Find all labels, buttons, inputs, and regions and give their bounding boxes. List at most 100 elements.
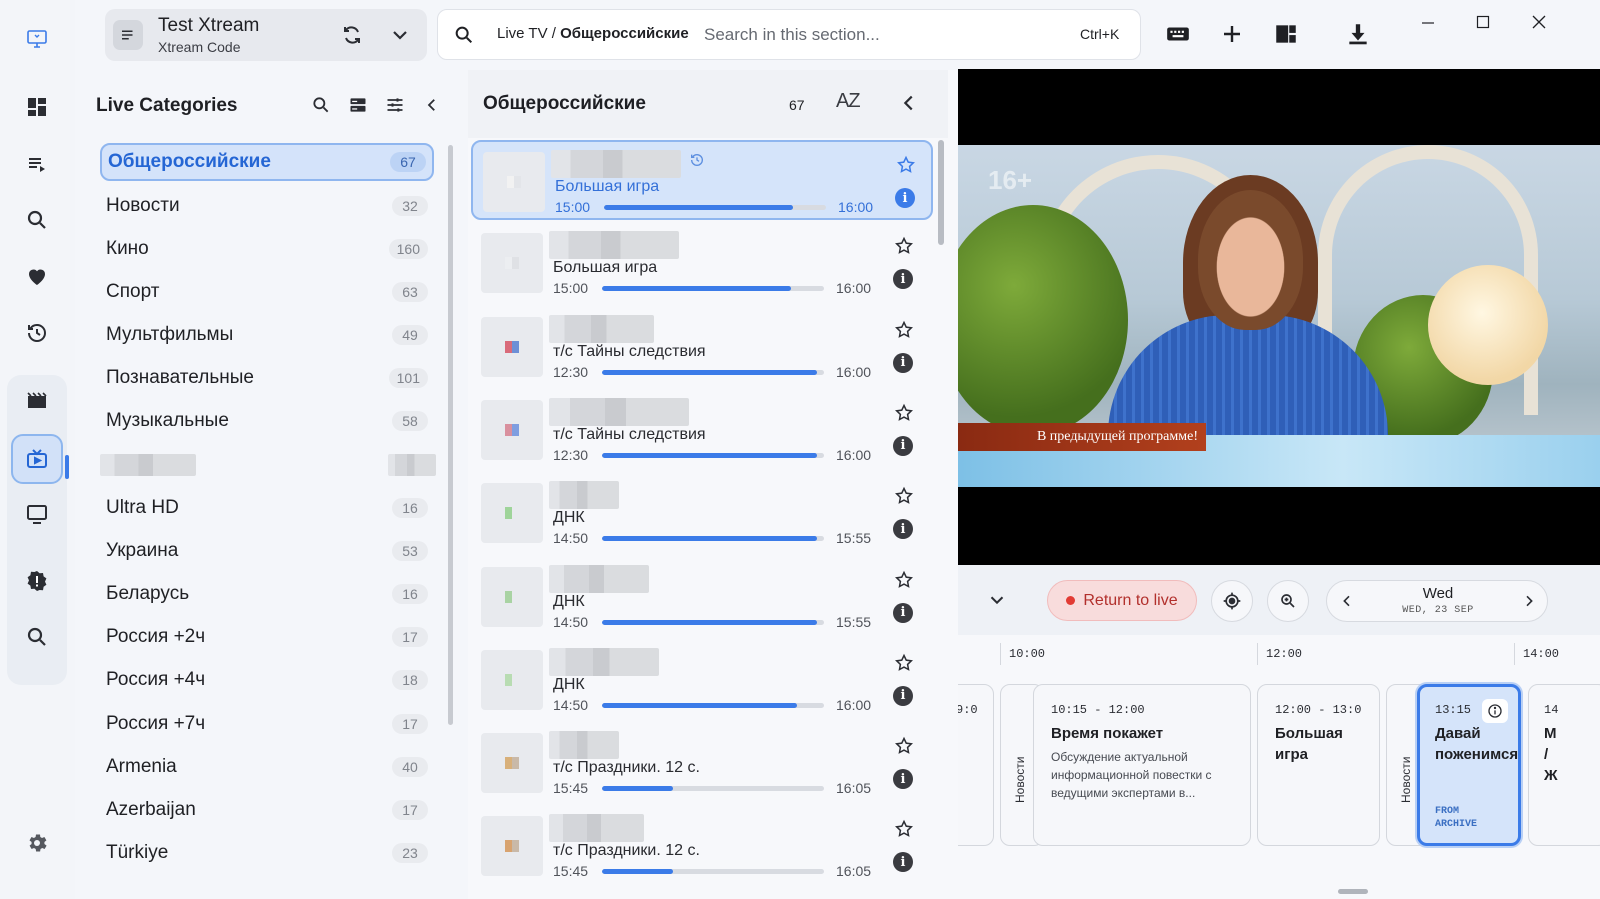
favorite-star-icon[interactable] <box>892 651 916 675</box>
alert-icon[interactable] <box>18 562 56 600</box>
category-item[interactable]: Общероссийские 67 <box>100 143 434 181</box>
category-item[interactable]: Armenia 40 <box>100 748 434 786</box>
section-search[interactable]: Live TV / Общероссийские Ctrl+K <box>437 9 1141 60</box>
channel-row[interactable]: ДНК 14:50 15:55 i <box>471 557 933 637</box>
app-logo-icon[interactable] <box>18 20 56 58</box>
channel-row[interactable]: ДНК 14:50 16:00 i <box>471 640 933 720</box>
blurred-name <box>100 454 196 476</box>
filter-icon[interactable] <box>384 94 406 116</box>
category-item[interactable]: Кино 160 <box>100 230 434 268</box>
channel-row[interactable]: т/с Тайны следствия 12:30 16:00 i <box>471 390 933 470</box>
epg-timeline[interactable]: 10:00 12:00 14:00 9:0 Новости 10:15 - 12… <box>958 635 1600 899</box>
sync-icon[interactable] <box>340 23 364 47</box>
channel-logo <box>481 733 543 794</box>
time-label: 14:00 <box>1523 647 1560 661</box>
favorite-star-icon[interactable] <box>892 401 916 425</box>
server-icon[interactable] <box>347 94 369 116</box>
category-item[interactable]: Ultra HD 16 <box>100 489 434 527</box>
info-icon[interactable]: i <box>893 602 913 623</box>
sort-az-icon[interactable]: AZ <box>836 90 861 113</box>
collapse-panel-icon[interactable] <box>421 94 443 116</box>
favorite-star-icon[interactable] <box>892 234 916 258</box>
program-card[interactable]: 9:0 <box>958 684 994 846</box>
dashboard-icon[interactable] <box>18 88 56 126</box>
program-progress-fill <box>604 205 793 210</box>
program-card[interactable]: 12:00 - 13:0 Большая игра <box>1257 684 1380 846</box>
tv-icon[interactable] <box>18 495 56 533</box>
categories-scrollbar[interactable] <box>448 145 453 725</box>
close-icon[interactable] <box>1527 10 1551 34</box>
add-icon[interactable] <box>1218 20 1246 48</box>
info-icon[interactable]: i <box>893 269 913 290</box>
keyboard-icon[interactable] <box>1164 20 1192 48</box>
channel-row[interactable]: т/с Тайны следствия 12:30 16:00 i <box>471 307 933 387</box>
category-item[interactable]: Azerbaijan 17 <box>100 791 434 829</box>
info-icon[interactable]: i <box>893 769 913 790</box>
search-icon[interactable] <box>18 618 56 656</box>
category-item[interactable]: Спорт 63 <box>100 273 434 311</box>
info-icon[interactable]: i <box>893 519 913 540</box>
category-item[interactable]: Беларусь 16 <box>100 575 434 613</box>
channel-row[interactable]: т/с Праздники. 12 с. 15:45 16:05 i <box>471 806 933 886</box>
category-item[interactable]: Россия +7ч 17 <box>100 705 434 743</box>
program-card-current[interactable]: 13:15 Давай поженимся! FROM ARCHIVE <box>1417 684 1521 846</box>
favorite-star-icon[interactable] <box>894 153 918 177</box>
movies-icon[interactable] <box>18 382 56 420</box>
category-item[interactable]: Познавательные 101 <box>100 359 434 397</box>
channel-row[interactable]: Большая игра 15:00 16:00 i <box>471 140 933 220</box>
category-name: Кино <box>106 238 149 259</box>
favorite-star-icon[interactable] <box>892 817 916 841</box>
channels-scrollbar[interactable] <box>938 140 944 245</box>
favorite-star-icon[interactable] <box>892 568 916 592</box>
day-picker[interactable]: Wed WED, 23 SEP <box>1326 580 1548 622</box>
category-item[interactable]: Türkiye 23 <box>100 834 434 872</box>
video-frame[interactable]: В предыдущей программе! 16+ <box>958 145 1600 487</box>
program-progress <box>602 702 824 708</box>
settings-icon[interactable] <box>18 824 56 862</box>
history-icon[interactable] <box>18 314 56 352</box>
category-item[interactable]: Украина 53 <box>100 532 434 570</box>
favorite-star-icon[interactable] <box>892 734 916 758</box>
maximize-icon[interactable] <box>1471 10 1495 34</box>
channel-row[interactable]: Большая игра 15:00 16:00 i <box>471 223 933 303</box>
chevron-down-icon[interactable] <box>986 589 1008 611</box>
layout-icon[interactable] <box>1272 20 1300 48</box>
collapse-panel-icon[interactable] <box>898 92 920 114</box>
channel-row[interactable]: т/с Праздники. 12 с. 15:45 16:05 i <box>471 723 933 803</box>
category-item[interactable]: Музыкальные 58 <box>100 402 434 440</box>
info-icon[interactable]: i <box>895 188 915 208</box>
timeline-scrollbar[interactable] <box>1338 889 1368 894</box>
locate-now-button[interactable] <box>1211 580 1253 622</box>
category-item[interactable]: Новости 32 <box>100 187 434 225</box>
return-to-live-button[interactable]: Return to live <box>1047 580 1197 621</box>
info-icon[interactable]: i <box>893 685 913 706</box>
heart-icon[interactable] <box>18 257 56 295</box>
queue-icon[interactable] <box>18 145 56 183</box>
info-icon[interactable] <box>1482 699 1508 723</box>
zoom-button[interactable] <box>1267 580 1309 622</box>
channel-row[interactable]: ДНК 14:50 15:55 i <box>471 473 933 553</box>
category-name: Общероссийские <box>108 151 271 172</box>
source-selector[interactable]: Test Xtream Xtream Code <box>105 9 427 61</box>
video-player[interactable]: В предыдущей программе! 16+ <box>958 69 1600 565</box>
blurred-count <box>388 454 436 476</box>
search-icon[interactable] <box>18 201 56 239</box>
favorite-star-icon[interactable] <box>892 318 916 342</box>
search-input[interactable] <box>704 19 1054 51</box>
category-item[interactable]: Мультфильмы 49 <box>100 316 434 354</box>
category-item[interactable]: Россия +2ч 17 <box>100 618 434 656</box>
chevron-right-icon[interactable] <box>1521 593 1537 609</box>
search-icon[interactable] <box>310 94 332 116</box>
info-icon[interactable]: i <box>893 352 913 373</box>
category-item[interactable]: Россия +4ч 18 <box>100 661 434 699</box>
minimize-icon[interactable] <box>1416 10 1440 34</box>
program-card[interactable]: 14 М / Ж <box>1528 684 1600 846</box>
program-card[interactable]: 10:15 - 12:00 Время покажет Обсуждение а… <box>1033 684 1251 846</box>
favorite-star-icon[interactable] <box>892 484 916 508</box>
download-icon[interactable] <box>1344 20 1372 48</box>
live-tv-icon[interactable] <box>11 434 63 484</box>
chevron-down-icon[interactable] <box>388 23 412 47</box>
info-icon[interactable]: i <box>893 852 913 873</box>
category-item-blurred[interactable] <box>100 446 436 484</box>
info-icon[interactable]: i <box>893 435 913 456</box>
